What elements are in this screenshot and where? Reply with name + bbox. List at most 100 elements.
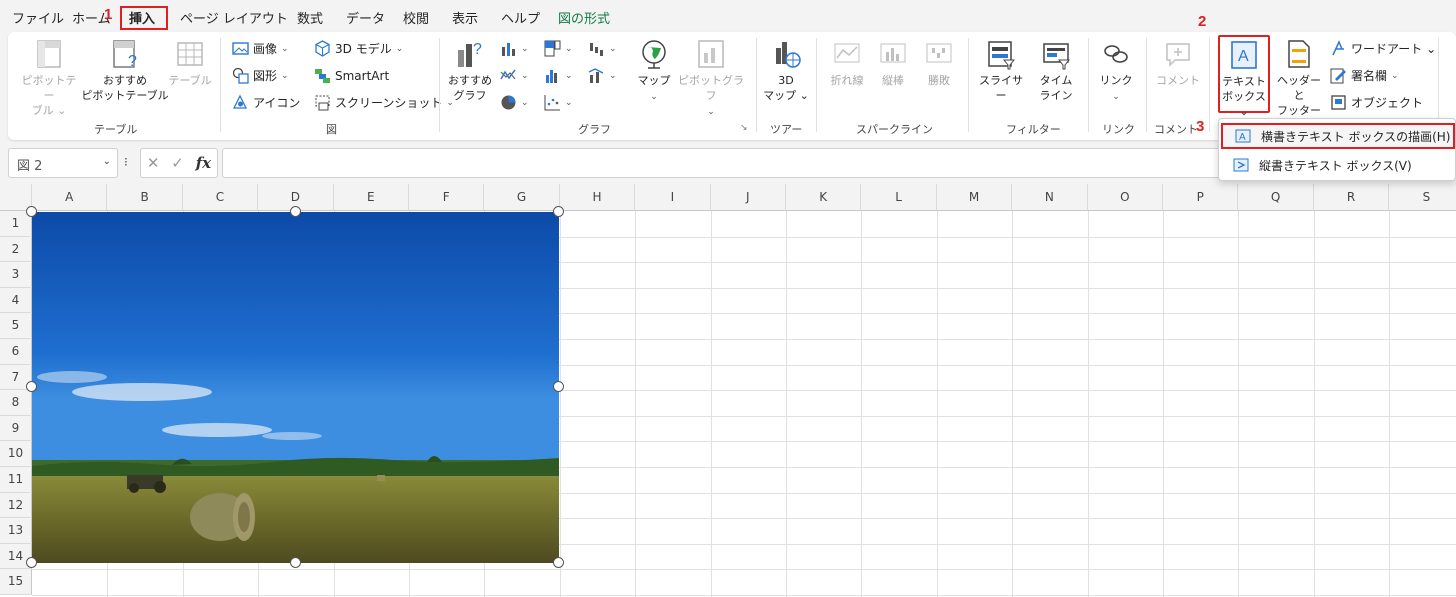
vertical-textbox-item[interactable]: 縦書きテキスト ボックス(V)	[1221, 152, 1455, 178]
chevron-down-icon: ⌄	[281, 70, 289, 81]
column-header[interactable]: C	[182, 184, 259, 211]
grid-line	[32, 595, 1456, 596]
column-header[interactable]: R	[1313, 184, 1390, 211]
tab-file[interactable]: ファイル	[12, 8, 64, 27]
column-header[interactable]: B	[107, 184, 183, 211]
slicer-button[interactable]: スライサー	[974, 38, 1028, 103]
header-footer-button[interactable]: ヘッダーと フッター	[1272, 38, 1326, 118]
column-header[interactable]: O	[1087, 184, 1163, 211]
resize-handle[interactable]	[290, 557, 301, 568]
3d-models-button[interactable]: 3D モデル ⌄	[314, 40, 403, 57]
row-header[interactable]: 4	[0, 287, 32, 314]
pivotchart-button[interactable]: ピボットグラフ ⌄	[676, 38, 746, 120]
row-header[interactable]: 10	[0, 441, 32, 467]
row-header[interactable]: 8	[0, 390, 32, 416]
resize-handle[interactable]	[26, 381, 37, 392]
waterfall-chart-button[interactable]: ⌄	[588, 40, 617, 57]
column-header[interactable]: K	[786, 184, 862, 211]
image-button[interactable]: 画像 ⌄	[232, 40, 289, 57]
statistic-chart-button[interactable]: ⌄	[544, 67, 573, 84]
column-header[interactable]: J	[710, 184, 786, 211]
maps-button[interactable]: マップ ⌄	[632, 38, 676, 105]
enter-icon[interactable]: ✓	[171, 154, 184, 172]
charts-dialog-launcher-icon[interactable]: ↘	[740, 123, 748, 133]
column-header[interactable]: L	[861, 184, 937, 211]
row-header[interactable]: 15	[0, 569, 32, 595]
column-header[interactable]: N	[1012, 184, 1088, 211]
cancel-icon[interactable]: ✕	[147, 154, 160, 172]
tab-data[interactable]: データ	[346, 8, 385, 27]
column-header[interactable]: Q	[1238, 184, 1314, 211]
table-button[interactable]: テーブル	[166, 38, 214, 88]
tab-help[interactable]: ヘルプ	[501, 8, 540, 27]
smartart-button[interactable]: SmartArt	[314, 67, 389, 84]
signature-line-button[interactable]: 署名欄 ⌄	[1330, 67, 1399, 84]
column-header[interactable]: I	[635, 184, 711, 211]
column-header[interactable]: M	[936, 184, 1013, 211]
svg-text:A: A	[1238, 48, 1249, 65]
row-header[interactable]: 3	[0, 262, 32, 288]
sparkline-winloss-button[interactable]: 勝敗	[916, 38, 962, 88]
row-header[interactable]: 11	[0, 467, 32, 493]
separator	[1146, 38, 1147, 132]
pivottable-button[interactable]: ピボットテー ブル ⌄	[18, 38, 80, 118]
column-header[interactable]: A	[32, 184, 108, 211]
resize-handle[interactable]	[553, 206, 564, 217]
tab-view[interactable]: 表示	[452, 8, 478, 27]
tab-review[interactable]: 校閲	[403, 8, 429, 27]
shapes-button[interactable]: 図形 ⌄	[232, 67, 289, 84]
scatter-chart-button[interactable]: ⌄	[544, 94, 573, 111]
chevron-down-icon[interactable]: ⌄	[103, 156, 111, 167]
wordart-button[interactable]: ワードアート ⌄	[1330, 40, 1436, 57]
grid-line	[1389, 211, 1391, 597]
column-header[interactable]: F	[409, 184, 485, 211]
sparkline-column-button[interactable]: 縦棒	[870, 38, 916, 88]
resize-handle[interactable]	[26, 557, 37, 568]
resize-handle[interactable]	[553, 381, 564, 392]
row-header[interactable]: 13	[0, 518, 32, 544]
row-header[interactable]: 2	[0, 236, 32, 263]
resize-handle[interactable]	[290, 206, 301, 217]
column-header[interactable]: P	[1163, 184, 1239, 211]
textbox-button[interactable]: A テキスト ボックス ⌄	[1218, 35, 1270, 118]
resize-handle[interactable]	[26, 206, 37, 217]
pie-chart-button[interactable]: ⌄	[500, 94, 529, 111]
timeline-button[interactable]: タイム ライン	[1030, 38, 1082, 103]
icons-label: アイコン	[253, 96, 301, 110]
sparkline-line-button[interactable]: 折れ線	[824, 38, 870, 88]
row-header[interactable]: 12	[0, 492, 32, 519]
signature-icon	[1330, 68, 1346, 84]
column-header[interactable]: S	[1389, 184, 1456, 211]
insert-function-icon[interactable]: fx	[196, 154, 211, 172]
column-header[interactable]: G	[484, 184, 560, 211]
chevron-down-icon: ⌄	[650, 92, 658, 102]
hierarchy-chart-button[interactable]: ⌄	[544, 40, 573, 57]
chevron-down-icon: ⌄	[521, 70, 529, 81]
row-header[interactable]: 9	[0, 415, 32, 442]
resize-handle[interactable]	[553, 557, 564, 568]
vertical-textbox-icon	[1233, 158, 1249, 172]
combo-chart-button[interactable]: ⌄	[588, 67, 617, 84]
screenshot-button[interactable]: スクリーンショット ⌄	[314, 94, 454, 111]
tab-formulas[interactable]: 数式	[297, 8, 323, 27]
screenshot-icon	[315, 95, 330, 111]
more-options-icon[interactable]: ⁝	[124, 155, 128, 169]
icons-button[interactable]: アイコン	[232, 94, 300, 111]
column-header[interactable]: H	[559, 184, 636, 211]
row-header[interactable]: 6	[0, 339, 32, 365]
name-box[interactable]: 図 2 ⌄	[8, 148, 118, 178]
recommended-charts-button[interactable]: ? おすすめ グラフ	[444, 38, 496, 103]
line-chart-button[interactable]: ⌄	[500, 67, 529, 84]
recommended-pivot-button[interactable]: ? おすすめ ピボットテーブル	[80, 38, 170, 103]
tab-picture-format[interactable]: 図の形式	[558, 8, 610, 27]
row-header[interactable]: 5	[0, 313, 32, 339]
comment-button[interactable]: コメント	[1154, 38, 1202, 88]
object-button[interactable]: オブジェクト	[1330, 94, 1423, 111]
tab-page-layout[interactable]: ページ レイアウト	[180, 8, 288, 27]
column-chart-button[interactable]: ⌄	[500, 40, 529, 57]
link-button[interactable]: リンク ⌄	[1094, 38, 1138, 105]
3d-map-button[interactable]: 3D マップ ⌄	[760, 38, 812, 103]
inserted-picture[interactable]	[26, 206, 564, 568]
horizontal-textbox-item[interactable]: A 横書きテキスト ボックスの描画(H)	[1221, 123, 1455, 149]
column-header[interactable]: E	[333, 184, 409, 211]
